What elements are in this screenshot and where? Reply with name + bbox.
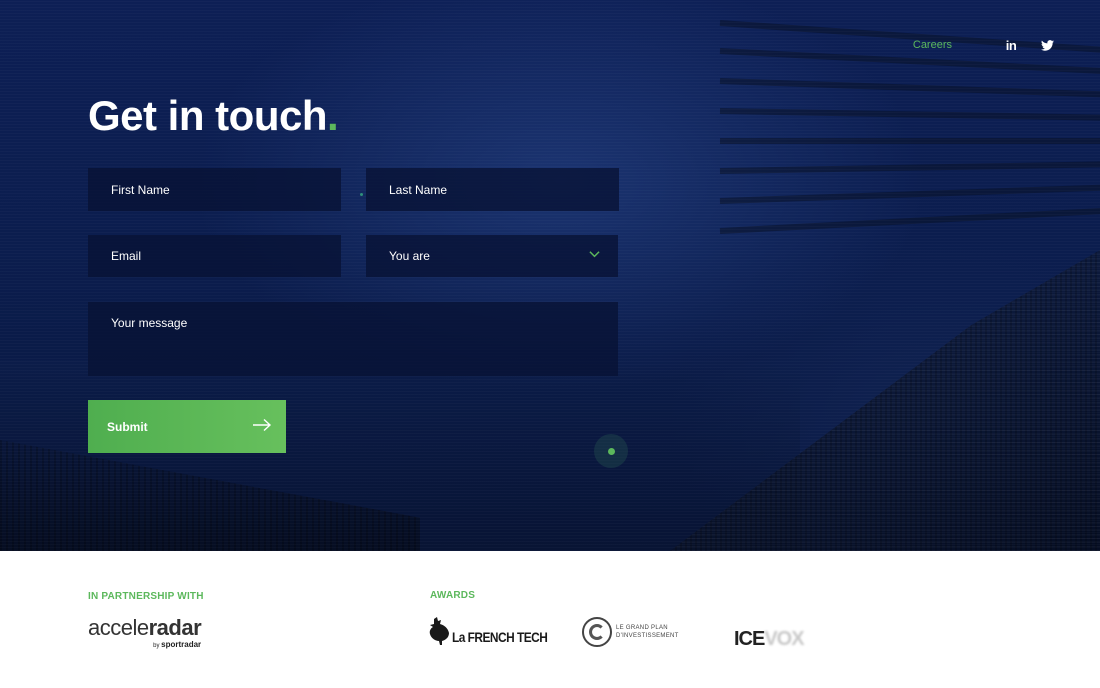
separator-dot xyxy=(360,193,363,196)
submit-label: Submit xyxy=(107,419,148,434)
partnership-label: IN PARTNERSHIP WITH xyxy=(88,591,204,602)
page-title: Get in touch. xyxy=(88,92,339,139)
last-name-field[interactable]: Last Name xyxy=(366,168,619,211)
grand-plan-logo: LE GRAND PLAN D'INVESTISSEMENT xyxy=(582,617,679,647)
linkedin-icon[interactable]: in xyxy=(1004,38,1018,53)
awards-label: AWARDS xyxy=(430,590,476,601)
twitter-icon[interactable] xyxy=(1040,38,1054,52)
title-accent-dot: . xyxy=(327,92,339,139)
you-are-label: You are xyxy=(389,249,430,263)
message-textarea[interactable]: Your message xyxy=(88,302,618,376)
email-field[interactable]: Email xyxy=(88,235,341,277)
careers-link[interactable]: Careers xyxy=(913,39,952,51)
rooster-icon xyxy=(429,617,449,645)
submit-button[interactable]: Submit xyxy=(88,400,286,453)
grand-plan-emblem-icon xyxy=(582,617,612,647)
arrow-right-icon xyxy=(253,418,272,432)
icevox-logo: ICEVOX xyxy=(734,628,805,650)
you-are-select[interactable]: You are xyxy=(366,235,618,277)
chevron-down-icon xyxy=(589,251,600,258)
french-tech-logo: La FRENCH TECH xyxy=(428,617,564,645)
acceleradar-logo[interactable]: acceleradar by sportradar xyxy=(88,617,202,650)
top-nav: Careers in xyxy=(913,38,1054,53)
hero-section: Careers in Get in touch. First Name Last… xyxy=(0,0,1100,551)
french-tech-text: La FRENCH TECH xyxy=(452,629,548,645)
scroll-indicator[interactable] xyxy=(594,434,628,468)
footer-section: IN PARTNERSHIP WITH AWARDS acceleradar b… xyxy=(0,551,1100,688)
first-name-field[interactable]: First Name xyxy=(88,168,341,211)
indicator-dot xyxy=(607,447,615,455)
